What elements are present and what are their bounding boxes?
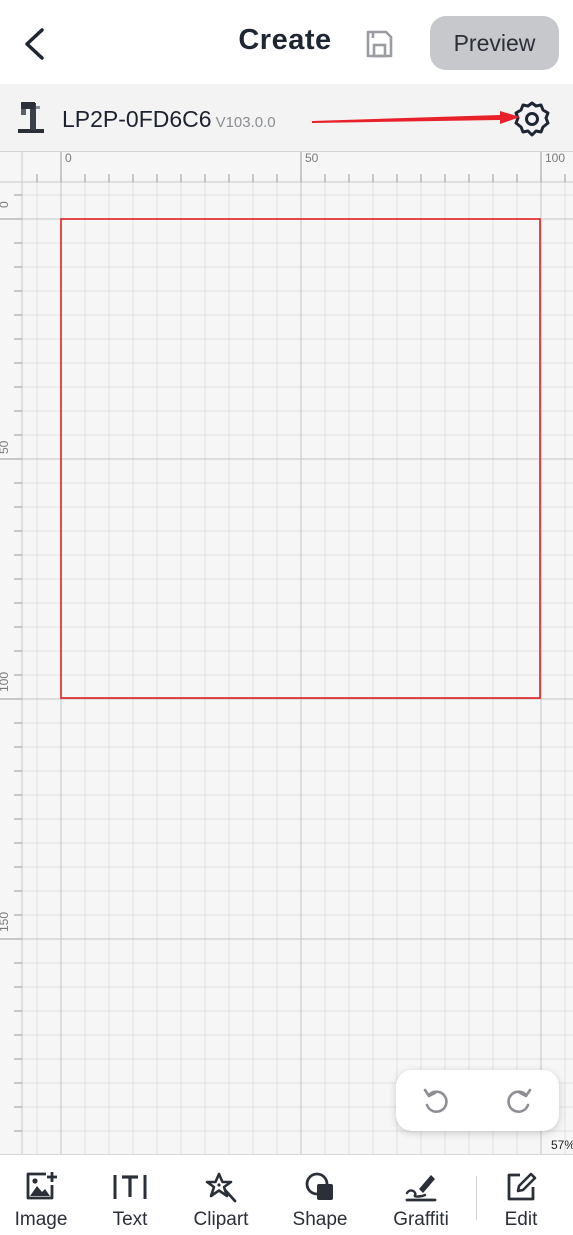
- gear-icon: [514, 101, 550, 137]
- bottom-toolbar: Image Text Clipart Shape Graffiti Edit: [0, 1154, 573, 1235]
- ruler-top-label-100: 100: [545, 152, 565, 165]
- design-canvas[interactable]: 0 50 100 0 50 100 150: [0, 152, 573, 1154]
- tool-graffiti[interactable]: Graffiti: [388, 1155, 454, 1235]
- ruler-left-label-150: 150: [0, 912, 11, 932]
- undo-icon: [423, 1088, 448, 1113]
- undo-button[interactable]: [416, 1082, 456, 1120]
- text-icon: [113, 1175, 147, 1199]
- undo-redo-panel: [396, 1070, 559, 1131]
- device-version: V103.0.0: [215, 114, 276, 131]
- tool-label: Graffiti: [393, 1209, 449, 1230]
- back-button[interactable]: [14, 22, 54, 66]
- settings-button[interactable]: [512, 99, 552, 139]
- save-button[interactable]: [360, 26, 398, 62]
- toolbar-divider: [476, 1176, 477, 1220]
- page-title: Create: [238, 24, 332, 56]
- tool-label: Clipart: [193, 1209, 249, 1230]
- tool-shape[interactable]: Shape: [288, 1155, 352, 1235]
- device-name: LP2P-0FD6C6 V103.0.0: [62, 106, 276, 133]
- preview-button[interactable]: Preview: [430, 16, 559, 70]
- graffiti-icon: [405, 1175, 437, 1202]
- zoom-level: 57%: [551, 1138, 573, 1152]
- clipart-icon: [205, 1172, 237, 1203]
- ruler-left-label-0: 0: [0, 201, 11, 208]
- top-nav-bar: Create Preview: [0, 0, 573, 84]
- tool-text[interactable]: Text: [100, 1155, 160, 1235]
- tool-clipart[interactable]: Clipart: [188, 1155, 254, 1235]
- device-name-text: LP2P-0FD6C6: [62, 106, 212, 132]
- shape-icon: [305, 1172, 333, 1200]
- tool-label: Image: [14, 1209, 68, 1230]
- device-bar: LP2P-0FD6C6 V103.0.0: [0, 84, 573, 152]
- ruler-top-label-50: 50: [305, 152, 319, 165]
- redo-button[interactable]: [499, 1082, 539, 1120]
- tool-edit[interactable]: Edit: [492, 1155, 550, 1235]
- back-chevron-icon: [25, 28, 44, 60]
- ruler-left-label-50: 50: [0, 440, 11, 454]
- laser-engraver-icon: [18, 102, 44, 133]
- image-add-icon: [26, 1172, 57, 1200]
- save-icon: [366, 30, 393, 58]
- tool-image[interactable]: Image: [10, 1155, 72, 1235]
- tool-label: Edit: [504, 1209, 538, 1230]
- edit-icon: [507, 1172, 537, 1201]
- tool-label: Shape: [292, 1209, 348, 1230]
- ruler-left-label-100: 100: [0, 672, 11, 692]
- redo-icon: [507, 1088, 532, 1113]
- tool-label: Text: [112, 1209, 148, 1230]
- ruler-top-label-0: 0: [65, 152, 72, 165]
- grid-and-rulers: 0 50 100 0 50 100 150: [0, 152, 573, 1154]
